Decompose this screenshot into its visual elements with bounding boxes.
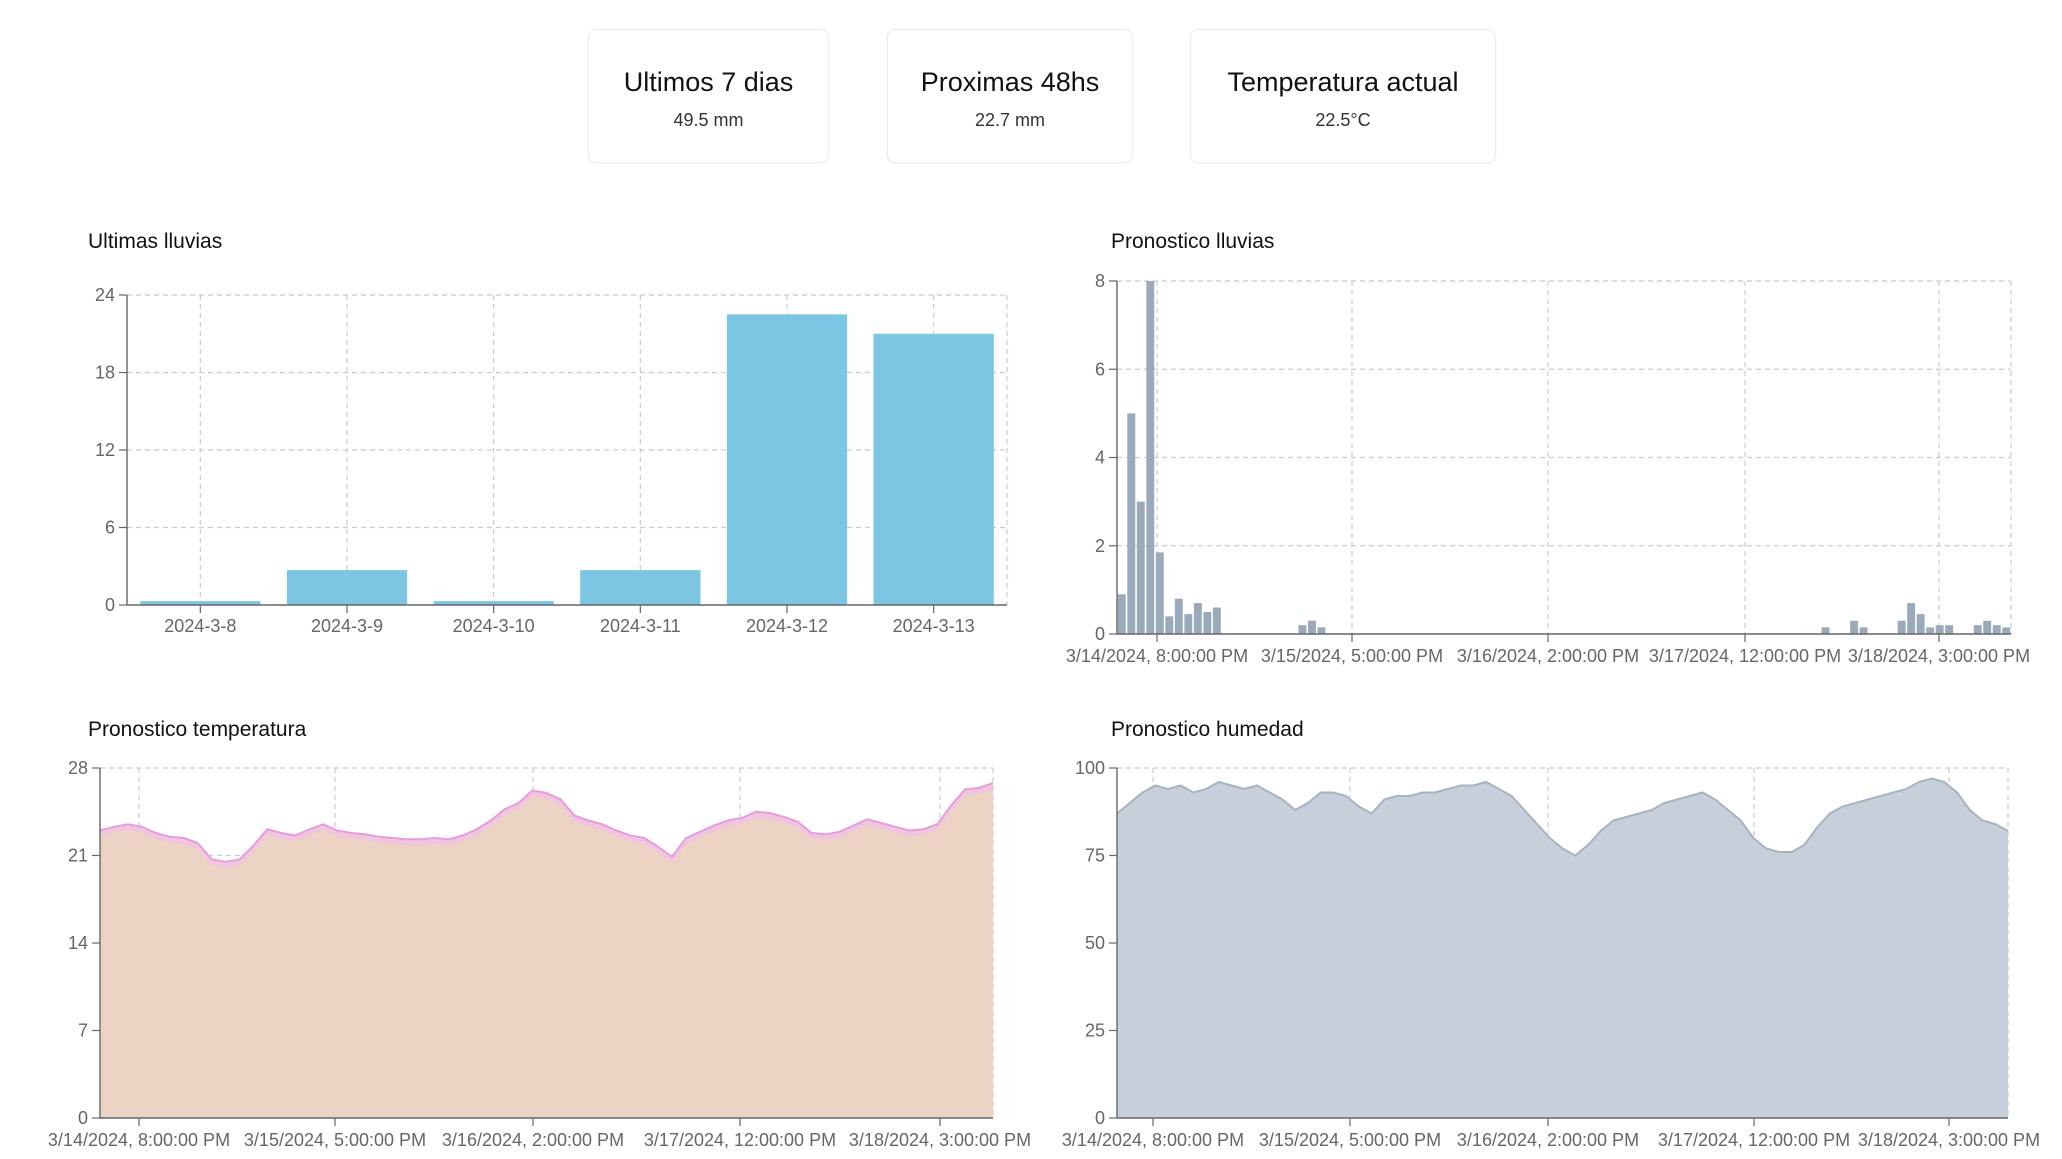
pron-lluvias-bar: [2002, 627, 2011, 634]
pron-lluvias-x-tick-label: 3/14/2024, 8:00:00 PM: [1066, 646, 1248, 666]
pron-lluvias-bar: [1897, 620, 1906, 634]
pron-temp-x-tick-label: 3/18/2024, 3:00:00 PM: [849, 1130, 1031, 1150]
pron-temp-x-tick-label: 3/14/2024, 8:00:00 PM: [48, 1130, 230, 1150]
pron-lluvias-bar: [1973, 625, 1982, 634]
pron-lluvias-bar: [1983, 620, 1992, 634]
pron-hum-y-tick-label: 50: [1085, 933, 1105, 953]
pron-lluvias-bar: [1146, 281, 1155, 634]
pron-hum-area: [1117, 778, 2008, 1118]
pron-lluvias-bar: [1850, 620, 1859, 634]
pron-temp-x-tick-label: 3/17/2024, 12:00:00 PM: [644, 1130, 836, 1150]
pron-lluvias-bar: [1935, 625, 1944, 634]
lluvias-bar: [873, 333, 994, 605]
pron-hum-y-tick-label: 75: [1085, 846, 1105, 866]
pron-lluvias-bar: [1945, 625, 1954, 634]
pron-temp-y-tick-label: 0: [78, 1108, 88, 1128]
pron-lluvias-bar: [1907, 603, 1916, 634]
lluvias-x-tick-label: 2024-3-8: [164, 616, 236, 636]
pron-lluvias-x-tick-label: 3/15/2024, 5:00:00 PM: [1261, 646, 1443, 666]
lluvias-x-tick-label: 2024-3-11: [600, 616, 681, 636]
lluvias-x-tick-label: 2024-3-10: [453, 616, 535, 636]
pron-lluvias-bar: [1992, 625, 2001, 634]
pron-lluvias-bar: [1127, 413, 1136, 634]
pron-lluvias-bar: [1916, 614, 1925, 634]
pron-lluvias-y-tick-label: 4: [1095, 448, 1105, 468]
lluvias-y-tick-label: 18: [95, 363, 115, 383]
pron-lluvias-bar: [1174, 598, 1183, 634]
pron-lluvias-bar: [1308, 620, 1316, 634]
lluvias-x-tick-label: 2024-3-9: [311, 616, 383, 636]
lluvias-y-tick-label: 12: [95, 440, 115, 460]
pron-lluvias-x-tick-label: 3/16/2024, 2:00:00 PM: [1457, 646, 1639, 666]
pron-temp-y-tick-label: 7: [78, 1021, 88, 1041]
lluvias-bar: [580, 570, 701, 605]
pron-lluvias-y-tick-label: 0: [1095, 624, 1105, 644]
pron-hum-y-tick-label: 100: [1075, 758, 1105, 778]
pron-hum-x-tick-label: 3/14/2024, 8:00:00 PM: [1062, 1130, 1244, 1150]
pron-temp-y-tick-label: 28: [68, 758, 88, 778]
pron-lluvias-bar: [1117, 594, 1126, 634]
pron-lluvias-bar: [1165, 616, 1174, 634]
lluvias-y-tick-label: 6: [105, 518, 115, 538]
pron-lluvias-bar: [1193, 603, 1202, 634]
pron-lluvias-x-tick-label: 3/17/2024, 12:00:00 PM: [1649, 646, 1841, 666]
pron-hum-y-tick-label: 0: [1095, 1108, 1105, 1128]
pron-lluvias-bar: [1298, 625, 1307, 634]
pron-lluvias-bar: [1212, 607, 1221, 634]
pron-lluvias-bar: [1155, 552, 1164, 634]
pron-temp-area: [100, 783, 993, 1118]
pron-lluvias-bar: [1184, 614, 1193, 634]
pron-lluvias-bar: [1926, 627, 1935, 634]
pron-lluvias-y-tick-label: 6: [1095, 359, 1105, 379]
pron-hum-x-tick-label: 3/16/2024, 2:00:00 PM: [1457, 1130, 1639, 1150]
pron-temp-y-tick-label: 14: [68, 933, 88, 953]
lluvias-y-tick-label: 0: [105, 595, 115, 615]
pron-lluvias-y-tick-label: 8: [1095, 271, 1105, 291]
pron-hum-x-tick-label: 3/17/2024, 12:00:00 PM: [1658, 1130, 1850, 1150]
pron-lluvias-bar: [1859, 627, 1868, 634]
lluvias-y-tick-label: 24: [95, 285, 115, 305]
charts-canvas: 061218242024-3-8 2024-3-9 2024-3-10 2024-3-…: [48, 271, 2040, 1150]
lluvias-bar: [286, 570, 408, 605]
pron-lluvias-bar: [1203, 611, 1212, 634]
pron-temp-x-tick-label: 3/16/2024, 2:00:00 PM: [442, 1130, 624, 1150]
pron-lluvias-x-tick-label: 3/18/2024, 3:00:00 PM: [1848, 646, 2030, 666]
pron-temp-y-tick-label: 21: [68, 846, 88, 866]
pron-hum-x-tick-label: 3/15/2024, 5:00:00 PM: [1259, 1130, 1441, 1150]
pron-temp-x-tick-label: 3/15/2024, 5:00:00 PM: [244, 1130, 426, 1150]
lluvias-x-tick-label: 2024-3-12: [746, 616, 828, 636]
pron-lluvias-bar: [1317, 627, 1326, 634]
pron-lluvias-bar: [1136, 501, 1145, 634]
lluvias-x-tick-label: 2024-3-13: [893, 616, 975, 636]
pron-hum-y-tick-label: 25: [1085, 1021, 1105, 1041]
pron-lluvias-y-tick-label: 2: [1095, 536, 1105, 556]
pron-lluvias-bar: [1821, 627, 1830, 634]
lluvias-bar: [726, 314, 848, 605]
pron-hum-x-tick-label: 3/18/2024, 3:00:00 PM: [1858, 1130, 2040, 1150]
